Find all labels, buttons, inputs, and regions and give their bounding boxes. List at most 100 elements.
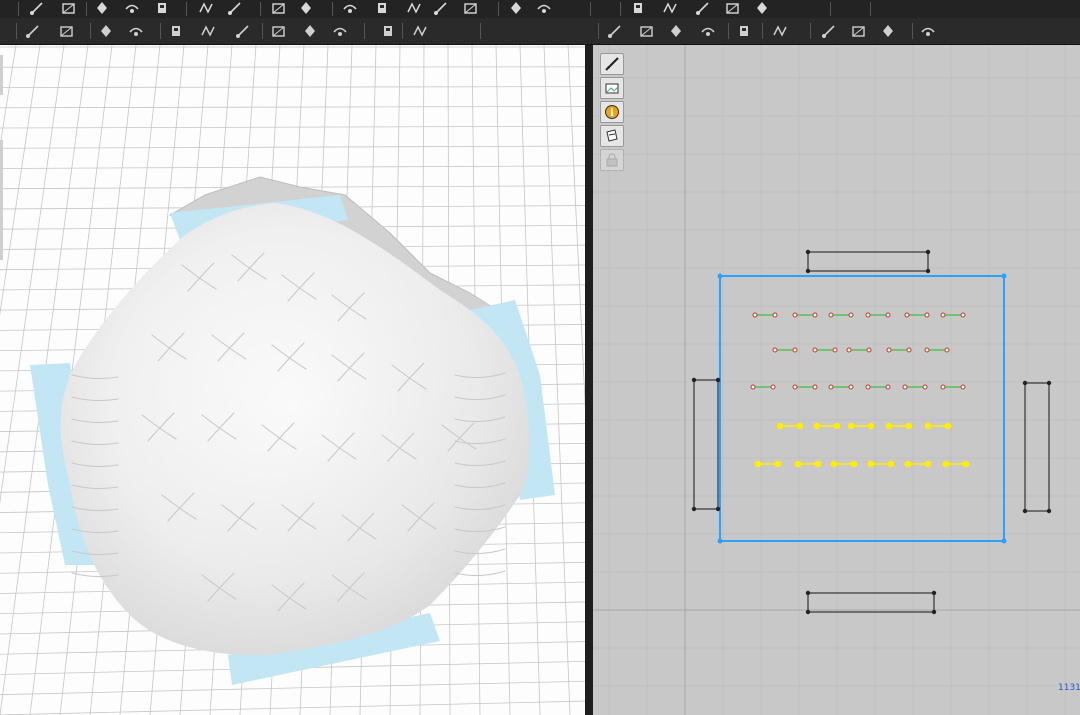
triangle-icon xyxy=(634,3,642,13)
left-pattern[interactable] xyxy=(693,379,719,510)
tack-point xyxy=(944,422,952,430)
left-edge-panel[interactable] xyxy=(0,140,3,260)
toolbar-separator xyxy=(870,2,871,16)
pen-icon xyxy=(199,2,213,14)
zipper-button[interactable] xyxy=(300,21,320,41)
iron-button[interactable] xyxy=(734,21,754,41)
cut-button[interactable] xyxy=(296,0,316,18)
seam-node xyxy=(924,347,930,353)
pattern-select-button[interactable] xyxy=(604,21,624,41)
pattern-select-icon xyxy=(608,25,621,38)
curve-button[interactable] xyxy=(152,0,172,18)
segment-sew-button[interactable] xyxy=(666,21,686,41)
box-button[interactable] xyxy=(692,0,712,18)
pencil-icon xyxy=(62,3,75,14)
seam-node xyxy=(812,384,818,390)
seam-node xyxy=(752,312,758,318)
tack-icon xyxy=(172,26,180,36)
toolbar-separator xyxy=(480,23,481,39)
fold-button[interactable] xyxy=(268,0,288,18)
tack-point xyxy=(867,460,875,468)
toolbar-separator xyxy=(364,23,365,39)
seam-node xyxy=(960,384,966,390)
right-pattern[interactable] xyxy=(1024,382,1050,512)
tack-point xyxy=(847,422,855,430)
segment-sew-icon xyxy=(671,25,681,37)
tack-button[interactable] xyxy=(166,21,186,41)
tack-arrange-button[interactable] xyxy=(198,21,218,41)
segment-button[interactable] xyxy=(122,0,142,18)
avatar-button[interactable] xyxy=(404,0,424,18)
tack-point xyxy=(905,422,913,430)
seam-node xyxy=(865,312,871,318)
internal-seam-lines[interactable] xyxy=(750,312,966,390)
info-button[interactable]: i xyxy=(600,101,624,123)
buttonhole-button[interactable] xyxy=(268,21,288,41)
seam-node xyxy=(792,312,798,318)
strap-button[interactable] xyxy=(330,21,350,41)
toolbar-separator xyxy=(332,2,333,16)
fold-arrange-button[interactable] xyxy=(96,21,116,41)
seam-node xyxy=(846,347,852,353)
bottom-pattern[interactable] xyxy=(807,592,935,613)
segment-icon xyxy=(125,4,139,13)
seam-node xyxy=(904,312,910,318)
measure-button[interactable] xyxy=(534,0,554,18)
fold-button[interactable] xyxy=(770,21,790,41)
toolbar-separator xyxy=(762,23,763,39)
move-button[interactable] xyxy=(26,0,46,18)
dash-line-button[interactable] xyxy=(918,21,938,41)
3d-viewport[interactable] xyxy=(0,45,585,715)
pin-button[interactable] xyxy=(506,0,526,18)
triangle-button[interactable] xyxy=(628,0,648,18)
puckering-button[interactable] xyxy=(378,21,398,41)
button-button[interactable] xyxy=(232,21,252,41)
3d-scene[interactable] xyxy=(0,45,585,715)
layout-button[interactable] xyxy=(600,125,624,147)
button-button[interactable] xyxy=(848,21,868,41)
seam-node xyxy=(812,312,818,318)
tack-point xyxy=(850,460,858,468)
seam-button[interactable] xyxy=(340,0,360,18)
tack-lines[interactable] xyxy=(754,422,970,468)
transform-button[interactable] xyxy=(56,21,76,41)
tack-point xyxy=(924,422,932,430)
shirt-button[interactable] xyxy=(372,0,392,18)
seam-node xyxy=(924,312,930,318)
stitch-button[interactable] xyxy=(460,0,480,18)
view-toggle-button[interactable] xyxy=(600,53,624,75)
lock-button[interactable] xyxy=(600,149,624,171)
free-sew-button[interactable] xyxy=(698,21,718,41)
fold-mesh-button[interactable] xyxy=(126,21,146,41)
seam-node xyxy=(770,384,776,390)
seam-node xyxy=(848,384,854,390)
button-icon xyxy=(852,26,865,37)
sphere-button[interactable] xyxy=(660,0,680,18)
seam-node xyxy=(865,384,871,390)
line-button[interactable] xyxy=(878,21,898,41)
seam-node xyxy=(828,384,834,390)
width-button[interactable] xyxy=(410,21,430,41)
transform-icon xyxy=(60,26,73,37)
2d-pattern-canvas[interactable] xyxy=(593,45,1080,715)
pattern-button[interactable] xyxy=(92,0,112,18)
pattern-edit-button[interactable] xyxy=(636,21,656,41)
seam-node xyxy=(940,384,946,390)
cut-icon xyxy=(301,2,311,14)
pen-button[interactable] xyxy=(196,0,216,18)
grid-button[interactable] xyxy=(752,0,772,18)
viewport-divider[interactable] xyxy=(585,45,593,715)
arrange-button[interactable] xyxy=(430,0,450,18)
2d-pattern-viewport[interactable] xyxy=(593,45,1080,715)
tack-point xyxy=(962,460,970,468)
texture-button[interactable] xyxy=(600,77,624,99)
select-mesh-button[interactable] xyxy=(22,21,42,41)
tack-button[interactable] xyxy=(818,21,838,41)
seam-node xyxy=(772,347,778,353)
tack-point xyxy=(754,460,762,468)
camera-button[interactable] xyxy=(722,0,742,18)
left-edge-handle[interactable] xyxy=(0,55,3,95)
trace-button[interactable] xyxy=(224,0,244,18)
seam-icon xyxy=(343,4,357,13)
pencil-button[interactable] xyxy=(58,0,78,18)
